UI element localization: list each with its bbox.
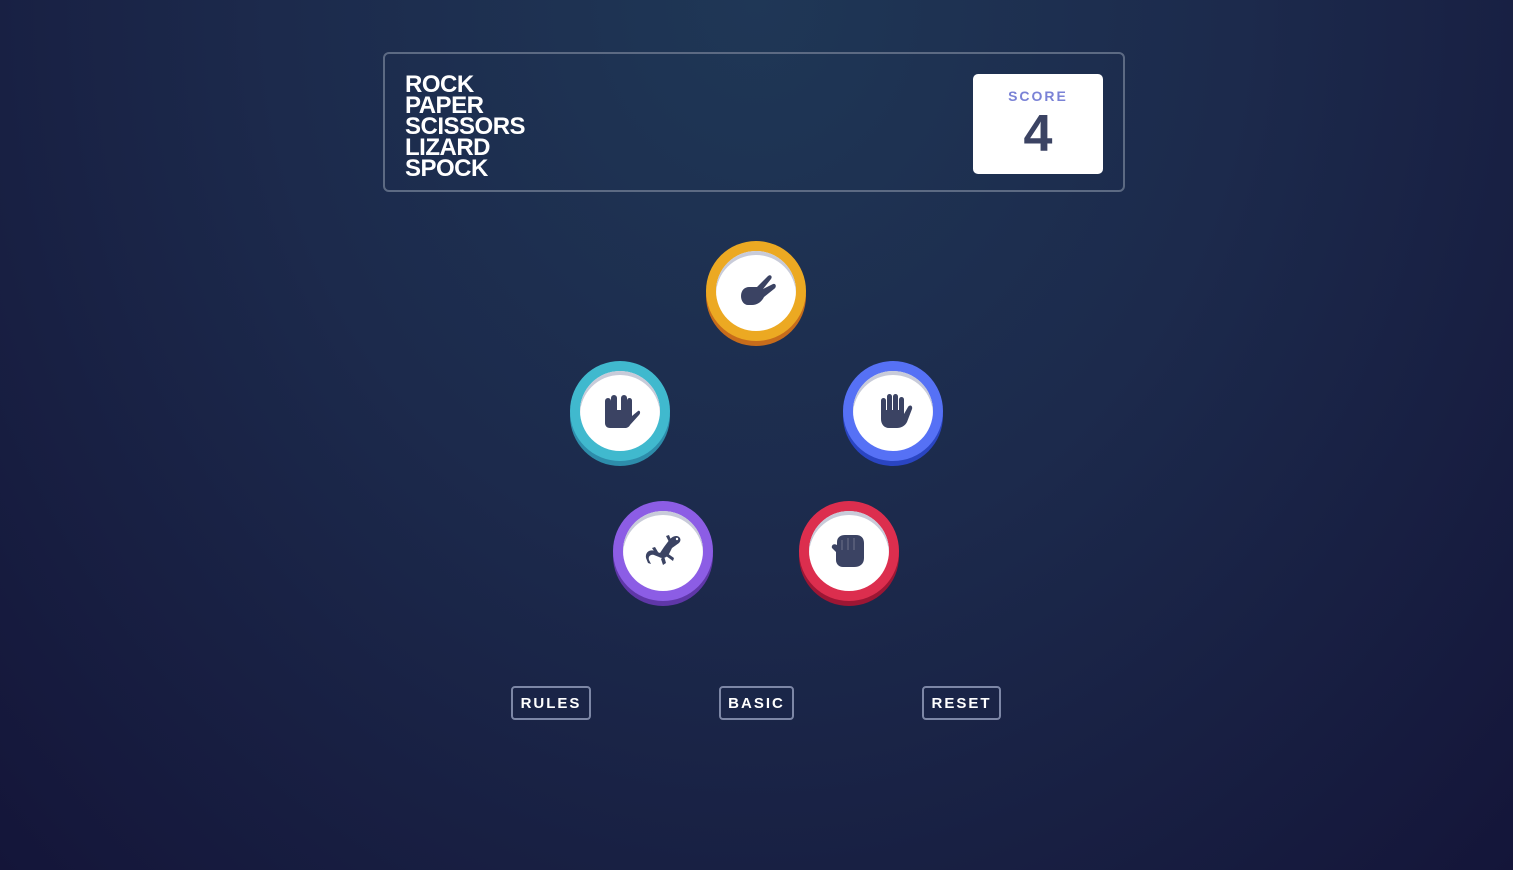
score-label: SCORE xyxy=(1008,88,1068,104)
spock-token-face xyxy=(580,371,660,451)
reset-button[interactable]: RESET xyxy=(922,686,1001,720)
rock-token-face xyxy=(809,511,889,591)
lizard-icon xyxy=(645,535,681,565)
spock-token[interactable] xyxy=(570,361,670,461)
spock-hand-icon xyxy=(605,395,641,428)
paper-token[interactable] xyxy=(843,361,943,461)
lizard-token[interactable] xyxy=(613,501,713,601)
rules-button[interactable]: RULES xyxy=(511,686,591,720)
scissors-hand-icon xyxy=(741,275,776,305)
game-header: ROCK PAPER SCISSORS LIZARD SPOCK SCORE 4 xyxy=(383,52,1125,192)
paper-hand-icon xyxy=(881,394,913,428)
lizard-token-face xyxy=(623,511,703,591)
basic-mode-button[interactable]: BASIC xyxy=(719,686,794,720)
score-box: SCORE 4 xyxy=(973,74,1103,174)
score-value: 4 xyxy=(1023,105,1053,163)
title-line-spock: SPOCK xyxy=(405,155,488,182)
rock-token[interactable] xyxy=(799,501,899,601)
scissors-token-face xyxy=(716,251,796,331)
paper-token-face xyxy=(853,371,933,451)
scissors-token[interactable] xyxy=(706,241,806,341)
rock-fist-icon xyxy=(831,535,864,567)
game-title: ROCK PAPER SCISSORS LIZARD SPOCK xyxy=(405,73,526,182)
